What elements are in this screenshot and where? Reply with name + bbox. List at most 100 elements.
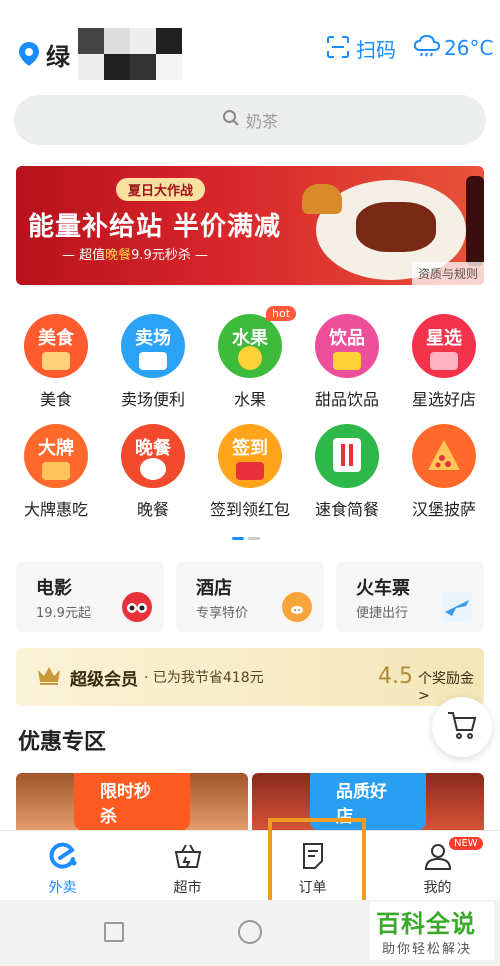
category-shuiguo[interactable]: 水果 hot 水果 — [202, 306, 298, 424]
nav-label: 超市 — [173, 880, 202, 896]
category-meishi[interactable]: 美食 美食 — [8, 314, 104, 424]
dinner-icon: 晚餐 — [121, 424, 185, 488]
category-icon-text: 大牌 — [38, 438, 74, 459]
page-indicator — [232, 537, 264, 540]
search-icon — [222, 109, 240, 131]
category-label: 水果 — [233, 390, 266, 409]
member-title: 超级会员 — [70, 669, 138, 690]
banner-subtitle-highlight: 晚餐 — [105, 248, 132, 263]
star-icon: 星选 — [412, 314, 476, 378]
bottom-navigation: 外卖 超市 订单 NEW 我的 — [0, 830, 500, 900]
service-subtitle: 便捷出行 — [356, 606, 409, 621]
category-label: 星选好店 — [411, 390, 476, 409]
reward-count: 4.5 — [378, 664, 413, 689]
top-header: 绿 扫码 26°C — [0, 0, 500, 90]
category-label: 美食 — [39, 390, 72, 409]
cloud-rain-icon — [413, 34, 441, 62]
category-dapai[interactable]: 大牌 大牌惠吃 — [8, 424, 104, 534]
chicken-icon: 大牌 — [24, 424, 88, 488]
nav-tab-waimai[interactable]: 外卖 — [0, 831, 125, 901]
movie-glasses-icon — [122, 592, 152, 622]
location-text: 绿 — [46, 42, 70, 71]
weather-temp: 26°C — [444, 36, 494, 60]
nav-tab-profile[interactable]: NEW 我的 — [375, 831, 500, 901]
search-placeholder: 奶茶 — [245, 112, 278, 131]
hotel-pig-icon — [282, 592, 312, 622]
promo-card-flash-sale[interactable]: 限时秒杀 — [16, 773, 248, 833]
nav-label: 外卖 — [48, 880, 77, 896]
steak-image — [356, 202, 436, 252]
scan-icon — [326, 35, 350, 63]
banner-title: 能量补给站 半价满减 — [28, 212, 282, 242]
service-title: 火车票 — [356, 578, 410, 599]
banner-subtitle: — 超值晚餐9.9元秒杀 — — [62, 244, 208, 263]
category-label: 汉堡披萨 — [411, 500, 476, 519]
burger-image — [302, 184, 342, 214]
banner-subtitle-suffix: 9.9元秒杀 — — [131, 248, 208, 263]
category-label: 大牌惠吃 — [23, 500, 88, 519]
watermark-subtitle: 助你轻松解决 — [382, 942, 473, 957]
category-xingxuan[interactable]: 星选 星选好店 — [396, 314, 492, 424]
location-selector[interactable]: 绿 — [18, 28, 204, 80]
banner-subtitle-prefix: — 超值 — [62, 248, 106, 263]
category-label: 签到领红包 — [209, 500, 290, 519]
category-icon-text: 饮品 — [329, 328, 365, 349]
train-plane-icon — [442, 592, 472, 622]
floating-cart-button[interactable] — [432, 697, 492, 757]
basket-icon — [173, 841, 203, 871]
fast-food-icon — [315, 424, 379, 488]
fruit-icon: 水果 — [218, 314, 282, 378]
category-icon-text: 星选 — [426, 328, 462, 349]
location-pin-icon — [18, 41, 40, 67]
service-subtitle: 专享特价 — [196, 606, 249, 621]
search-bar[interactable]: 奶茶 — [14, 95, 486, 145]
category-hanbao[interactable]: 汉堡披萨 — [396, 424, 492, 534]
service-card-hotel[interactable]: 酒店 专享特价 — [176, 562, 324, 632]
category-label: 晚餐 — [136, 500, 169, 519]
category-icon-text: 卖场 — [135, 328, 171, 349]
category-yinpin[interactable]: 饮品 甜品饮品 — [299, 314, 395, 424]
service-card-movie[interactable]: 电影 19.9元起 — [16, 562, 164, 632]
banner-rules-link[interactable]: 资质与规则 — [411, 262, 484, 285]
location-mosaic — [74, 28, 204, 80]
scan-button[interactable]: 扫码 — [326, 34, 396, 63]
page-dot — [248, 537, 260, 540]
scan-label: 扫码 — [356, 38, 396, 62]
home-button[interactable] — [238, 920, 262, 944]
crown-icon — [36, 664, 62, 690]
service-card-train[interactable]: 火车票 便捷出行 — [336, 562, 484, 632]
store-icon: 卖场 — [121, 314, 185, 378]
category-wancan[interactable]: 晚餐 晚餐 — [105, 424, 201, 534]
promo-banner[interactable]: 夏日大作战 能量补给站 半价满减 — 超值晚餐9.9元秒杀 — 资质与规则 — [16, 166, 484, 285]
promo-label: 限时秒杀 — [74, 773, 190, 831]
drink-icon: 饮品 — [315, 314, 379, 378]
banner-tag: 夏日大作战 — [116, 178, 206, 201]
new-badge: NEW — [449, 837, 483, 850]
wine-bottle-image — [466, 176, 484, 266]
eleme-icon — [48, 841, 78, 871]
service-subtitle: 19.9元起 — [36, 606, 91, 621]
nav-tab-supermarket[interactable]: 超市 — [125, 831, 250, 901]
profile-icon — [423, 841, 453, 871]
category-label: 甜品饮品 — [314, 390, 379, 409]
category-icon-text: 晚餐 — [135, 438, 171, 459]
category-sushi[interactable]: 速食简餐 — [299, 424, 395, 534]
category-maichang[interactable]: 卖场 卖场便利 — [105, 314, 201, 424]
cart-icon — [446, 710, 478, 744]
pizza-icon — [412, 424, 476, 488]
watermark-logo: 百科全说 助你轻松解决 — [370, 902, 494, 960]
section-title: 优惠专区 — [18, 730, 107, 755]
category-qiandao[interactable]: 签到 签到领红包 — [202, 424, 298, 534]
category-icon-text: 签到 — [232, 438, 268, 459]
watermark-title: 百科全说 — [376, 910, 476, 938]
category-label: 卖场便利 — [120, 390, 185, 409]
orders-highlight-box — [268, 818, 366, 910]
weather-widget[interactable]: 26°C — [413, 34, 494, 62]
page-dot-active — [232, 537, 244, 540]
nav-label: 我的 — [423, 880, 452, 896]
red-packet-icon: 签到 — [218, 424, 282, 488]
recent-apps-button[interactable] — [104, 922, 124, 942]
super-member-bar[interactable]: 超级会员 · 已为我节省418元 4.5 个奖励金> — [16, 648, 484, 706]
service-title: 电影 — [36, 578, 72, 599]
hot-badge: hot — [266, 306, 297, 321]
